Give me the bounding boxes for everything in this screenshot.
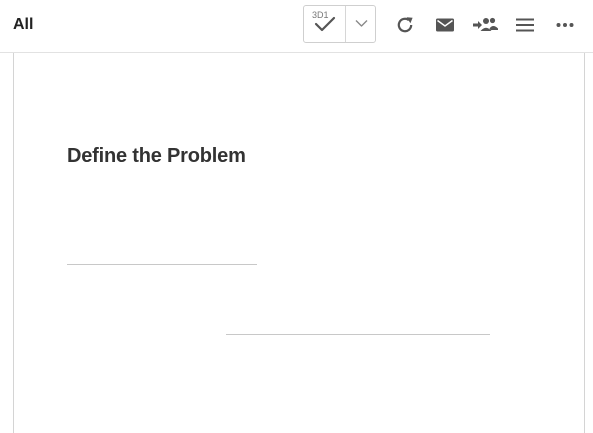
more-icon[interactable] — [553, 13, 577, 37]
document-heading: Define the Problem — [67, 145, 246, 167]
toolbar: All 3D1 — [0, 0, 593, 53]
field-underline — [226, 334, 490, 335]
chevron-down-icon — [355, 20, 368, 27]
document-page — [13, 53, 585, 433]
approve-dropdown-toggle[interactable] — [346, 6, 375, 42]
approve-button[interactable]: 3D1 — [304, 6, 346, 42]
menu-icon[interactable] — [513, 13, 537, 37]
mail-icon[interactable] — [433, 13, 457, 37]
field-underline — [67, 264, 257, 265]
approve-split-button: 3D1 — [303, 5, 376, 43]
check-icon — [314, 15, 336, 38]
refresh-icon[interactable] — [393, 13, 417, 37]
view-title: All — [13, 16, 34, 33]
group-assign-icon[interactable] — [472, 13, 500, 37]
